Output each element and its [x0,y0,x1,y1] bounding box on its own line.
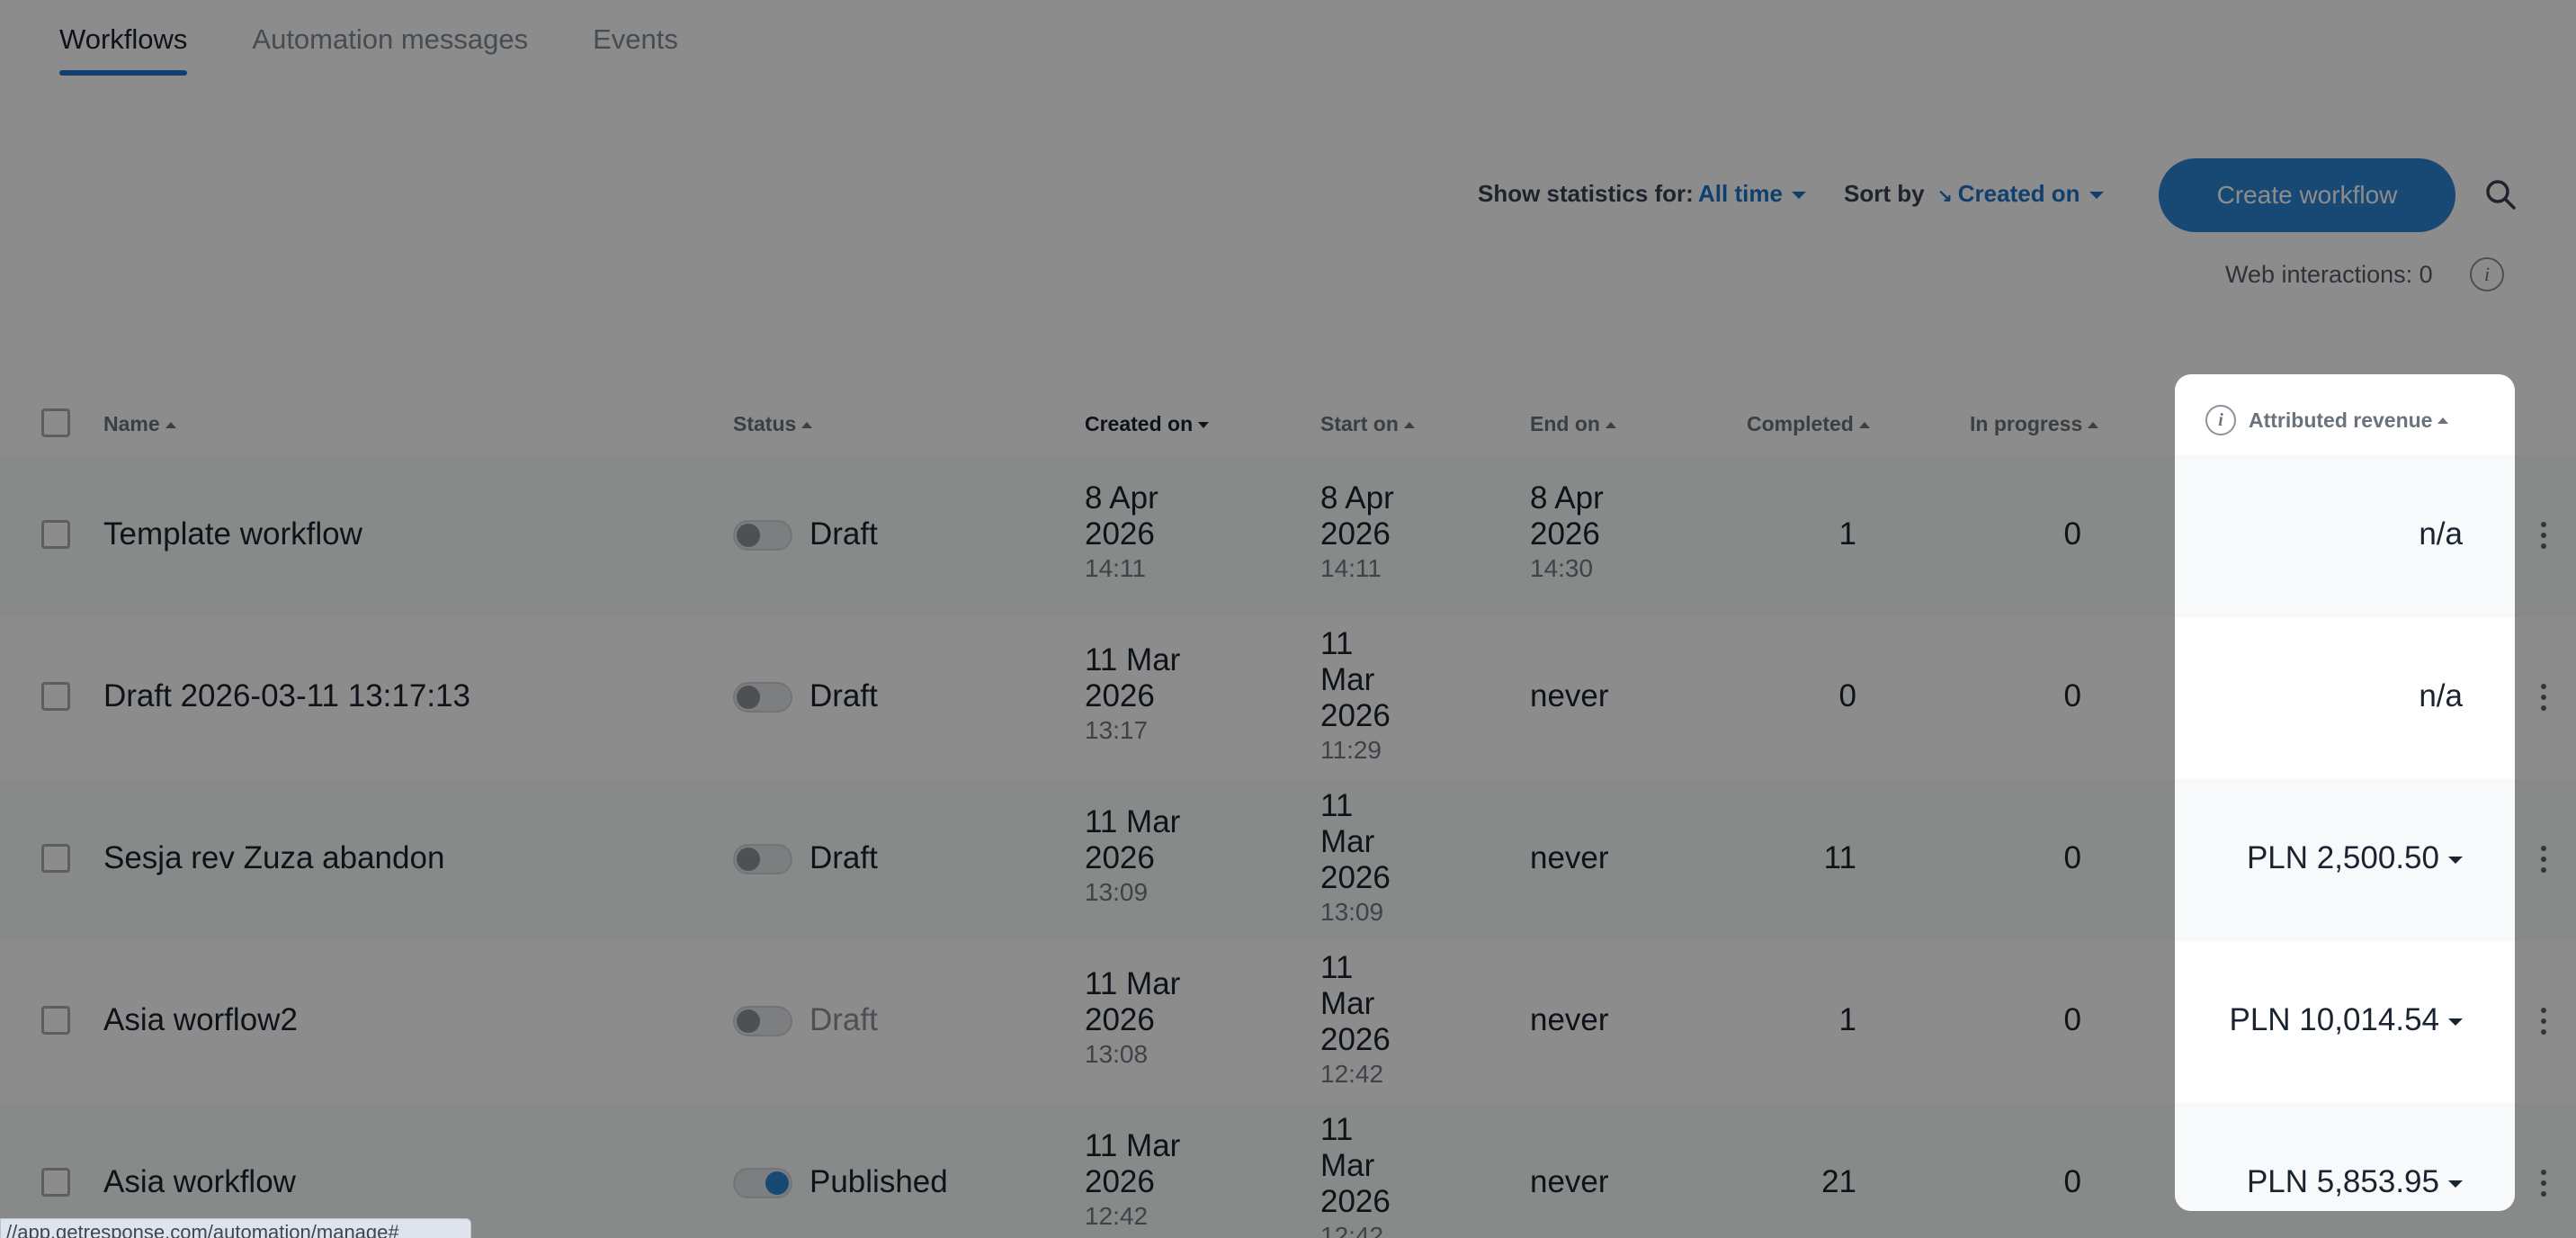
revenue-value: n/a [2419,678,2463,713]
chevron-down-icon [2448,1018,2463,1026]
revenue-row: PLN 2,500.50 [2175,779,2515,941]
status-bar-url: //app.getresponse.com/automation/manage# [0,1218,471,1238]
revenue-value: PLN 10,014.54 [2229,1002,2439,1037]
revenue-dropdown[interactable]: PLN 10,014.54 [2229,1002,2463,1038]
info-icon[interactable]: i [2205,405,2236,435]
sort-asc-icon [2437,417,2449,424]
revenue-row: n/a [2175,455,2515,617]
attributed-revenue-spotlight: i Attributed revenue n/a n/a PLN 2,500.5… [2175,374,2515,1211]
column-header-attributed-revenue[interactable]: i Attributed revenue [2205,405,2449,435]
revenue-dropdown[interactable]: PLN 5,853.95 [2247,1164,2463,1200]
chevron-down-icon [2448,856,2463,864]
chevron-down-icon [2448,1180,2463,1188]
revenue-value: n/a [2419,516,2463,552]
revenue-row: PLN 10,014.54 [2175,941,2515,1103]
revenue-value: PLN 2,500.50 [2246,840,2439,875]
revenue-row: PLN 5,853.95 [2175,1103,2515,1211]
revenue-row: n/a [2175,617,2515,779]
column-header-label: Attributed revenue [2249,408,2433,432]
revenue-dropdown[interactable]: PLN 2,500.50 [2247,840,2463,876]
revenue-value: PLN 5,853.95 [2246,1164,2439,1199]
